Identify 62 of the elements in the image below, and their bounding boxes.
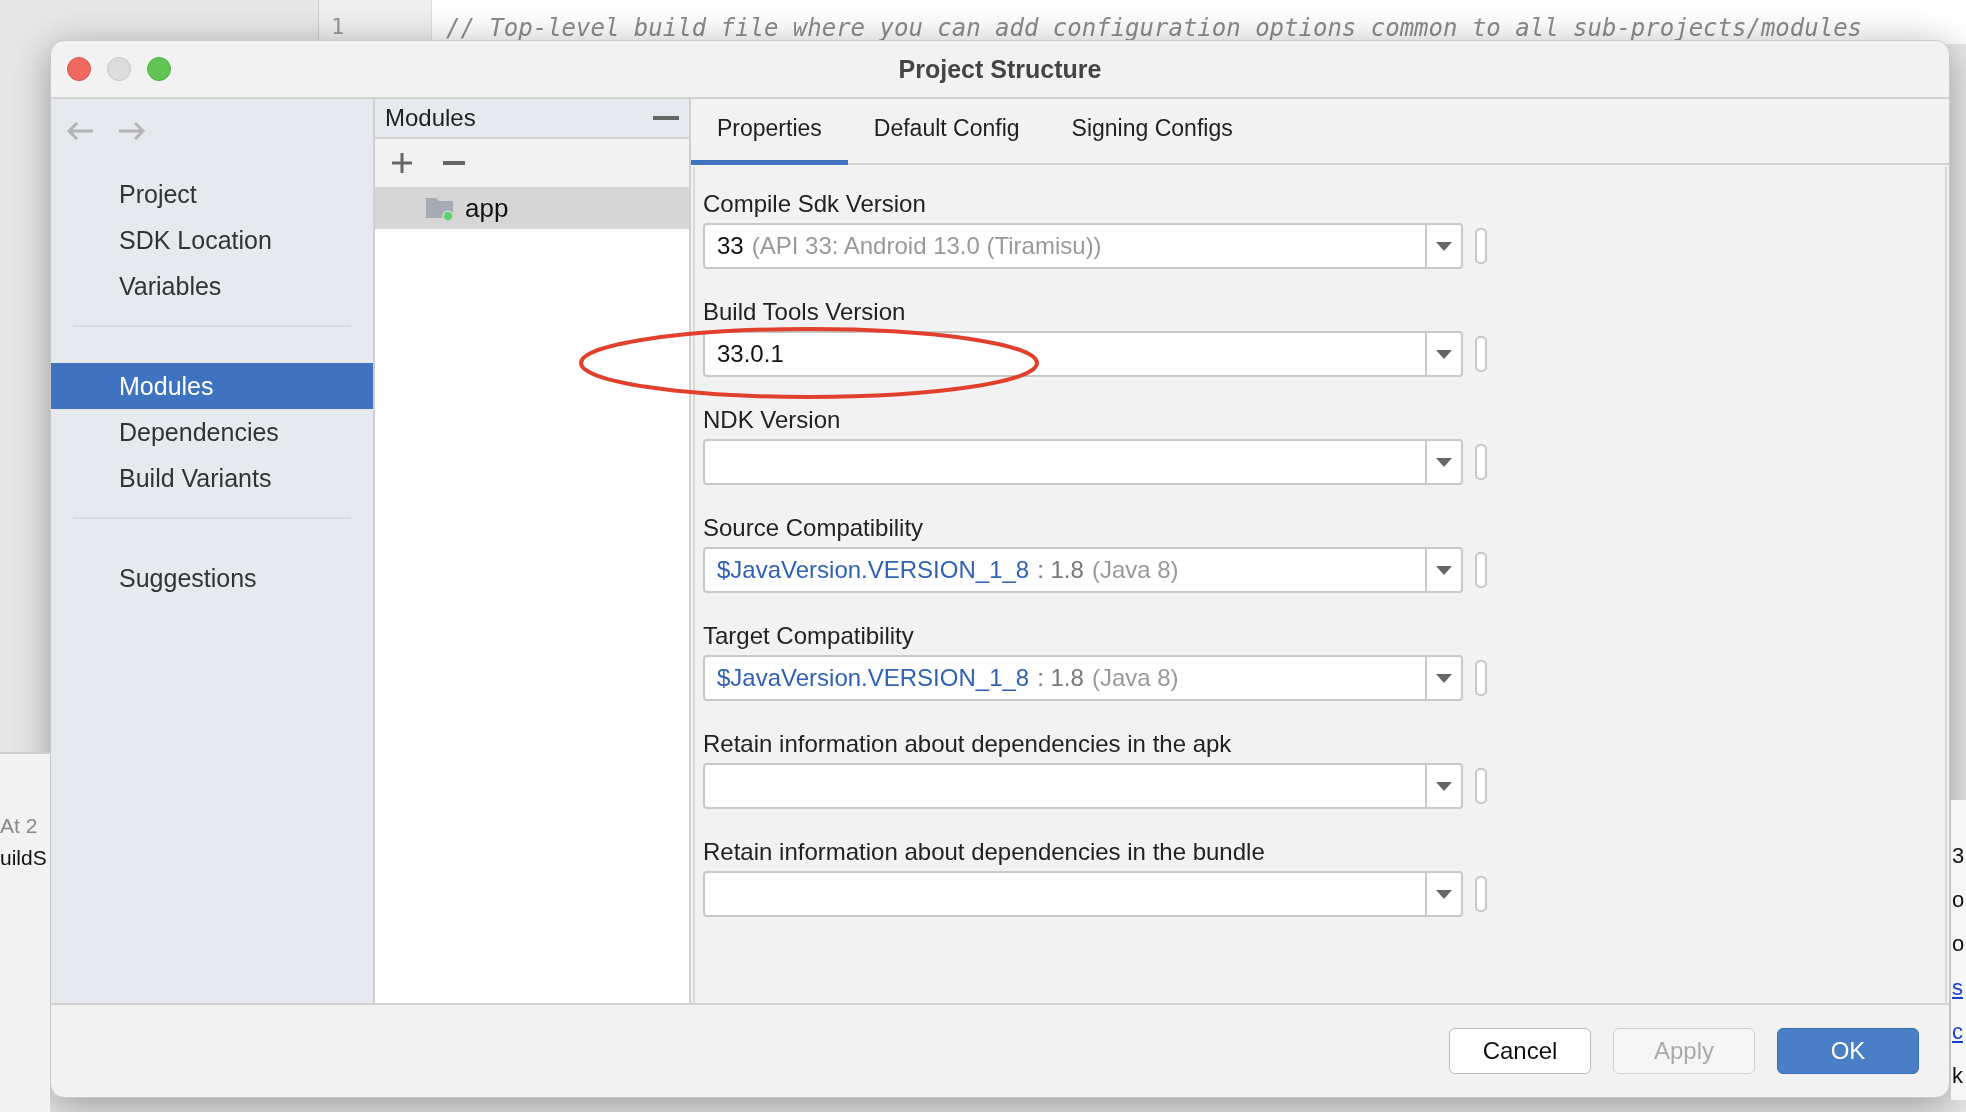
editor-text-fragment: k [1952,1062,1964,1090]
minimize-icon[interactable] [107,57,131,81]
dropdown-arrow-icon [1436,889,1452,899]
field-label: Build Tools Version [703,299,906,325]
tab[interactable]: Properties [691,99,848,165]
field-handle [1475,552,1487,588]
dropdown-arrow-icon [1436,781,1452,791]
close-icon[interactable] [67,57,91,81]
editor-text-fragment: At 2 [0,814,39,838]
dropdown-field[interactable]: 33 (API 33: Android 13.0 (Tiramisu)) [703,223,1463,269]
dropdown-arrow-icon [1436,241,1452,251]
dropdown-field[interactable]: $JavaVersion.VERSION_1_8 : 1.8 (Java 8) [703,655,1463,701]
editor-text-fragment: uildS [0,846,48,870]
code-line: // Top-level build file where you can add configuration options common to all sub-projects/modules [445,13,1863,44]
modules-title: Modules [385,104,476,132]
field-handle [1475,228,1487,264]
dropdown-arrow-icon [1436,457,1452,467]
dropdown-field[interactable]: 33.0.1 [703,331,1463,377]
sidebar-item[interactable]: SDK Location [51,217,373,263]
field-label: Retain information about dependencies in the bundle [703,839,1265,865]
editor-text-fragment: o [1952,886,1966,914]
dropdown-field[interactable] [703,763,1463,809]
back-arrow-icon[interactable] [65,121,95,141]
dropdown-arrow-icon [1436,673,1452,683]
editor-text-fragment: o [1952,930,1966,958]
sidebar-item[interactable]: Build Variants [51,455,373,501]
field-handle [1475,876,1487,912]
zoom-icon[interactable] [147,57,171,81]
folder-icon [425,195,455,221]
editor-text-fragment: c [1952,1018,1964,1046]
tab[interactable]: Signing Configs [1045,99,1259,165]
minimize-icon[interactable] [653,116,679,120]
sidebar-item[interactable]: Variables [51,263,373,309]
field-label: Target Compatibility [703,623,914,649]
dropdown-arrow-icon [1436,349,1452,359]
line-number: 1 [331,14,345,39]
field-handle [1475,768,1487,804]
tab[interactable]: Default Config [847,99,1046,165]
dropdown-arrow-icon [1436,565,1452,575]
dialog-button[interactable]: Cancel [1449,1028,1591,1074]
dropdown-field[interactable]: $JavaVersion.VERSION_1_8 : 1.8 (Java 8) [703,547,1463,593]
editor-text-fragment: s [1952,974,1964,1002]
dialog-button[interactable]: OK [1777,1028,1919,1074]
add-icon[interactable] [391,152,413,174]
module-item[interactable]: app [375,187,689,229]
sidebar-item[interactable]: Suggestions [51,555,373,601]
sidebar-item[interactable]: Dependencies [51,409,373,455]
field-handle [1475,660,1487,696]
sidebar-item[interactable]: Modules [51,363,373,409]
field-label: Source Compatibility [703,515,924,541]
field-handle [1475,336,1487,372]
remove-icon[interactable] [443,161,465,165]
forward-arrow-icon[interactable] [117,121,147,141]
editor-text-fragment: 3 [1952,842,1966,870]
field-label: Retain information about dependencies in the apk [703,731,1232,757]
field-handle [1475,444,1487,480]
field-label: NDK Version [703,407,841,433]
window-title: Project Structure [898,54,1102,84]
dropdown-field[interactable] [703,871,1463,917]
field-label: Compile Sdk Version [703,191,926,217]
dropdown-field[interactable] [703,439,1463,485]
sidebar-item[interactable]: Project [51,171,373,217]
